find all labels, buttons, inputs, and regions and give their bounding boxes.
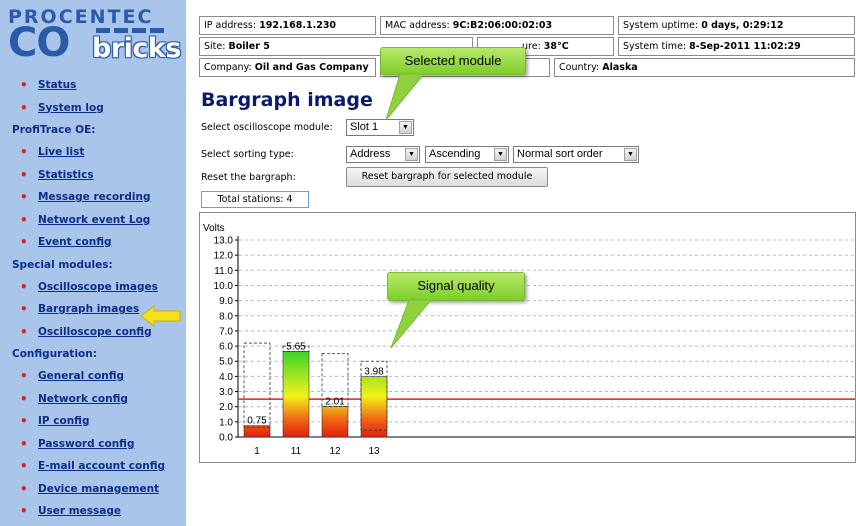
sidebar-item-password-config[interactable]: Password config (0, 433, 186, 456)
y-tick-label: 10.0 (214, 281, 234, 292)
oscilloscope-module-value: Slot 1 (350, 121, 379, 133)
y-tick-label: 1.0 (219, 417, 233, 428)
bar-value-label: 5.65 (286, 341, 306, 352)
system-uptime-cell: System uptime: 0 days, 0:29:12 (618, 16, 855, 35)
logo-word-co: CO (8, 20, 70, 66)
mac-address-cell: MAC address: 9C:B2:06:00:02:03 (380, 16, 614, 35)
sidebar-item-message-recording[interactable]: Message recording (0, 186, 186, 209)
sidebar-item-status[interactable]: Status (0, 74, 186, 97)
sidebar-heading: Configuration: (12, 348, 97, 360)
x-category-label: 13 (368, 446, 380, 457)
system-info-table: IP address: 192.168.1.230 MAC address: 9… (199, 14, 855, 77)
page-title: Bargraph image (201, 89, 373, 111)
bar (282, 351, 310, 438)
bar (360, 376, 388, 438)
sort-order-value: Normal sort order (517, 148, 603, 160)
sort-order-select[interactable]: Normal sort order ▼ (513, 146, 639, 163)
sidebar-item-ip-config[interactable]: IP config (0, 410, 186, 433)
sidebar: PROCENTEC CO bricks StatusSystem log Prof… (0, 0, 186, 526)
y-tick-label: 0.0 (219, 433, 233, 444)
logo-word-bricks: bricks (92, 33, 181, 64)
callout-selected-module-pointer (385, 73, 426, 121)
sidebar-item-statistics[interactable]: Statistics (0, 164, 186, 187)
x-category-label: 11 (291, 446, 302, 457)
y-tick-label: 9.0 (219, 296, 233, 307)
sidebar-item-oscilloscope-images[interactable]: Oscilloscope images (0, 276, 186, 299)
y-tick-label: 7.0 (219, 326, 233, 337)
chevron-down-icon: ▼ (405, 148, 418, 161)
y-tick-label: 5.0 (219, 357, 233, 368)
sort-direction-select[interactable]: Ascending ▼ (425, 146, 509, 163)
yellow-arrow-icon (140, 305, 181, 327)
total-stations-badge: Total stations: 4 (201, 191, 309, 208)
sort-by-select[interactable]: Address ▼ (346, 146, 420, 163)
sidebar-item-user-message[interactable]: User message (0, 500, 186, 523)
callout-signal-quality: Signal quality (387, 272, 525, 301)
y-tick-label: 11.0 (214, 266, 233, 277)
sidebar-item-live-list[interactable]: Live list (0, 141, 186, 164)
system-time-cell: System time: 8-Sep-2011 11:02:29 (618, 37, 855, 56)
sidebar-item-network-config[interactable]: Network config (0, 388, 186, 411)
country-cell: Country: Alaska (554, 58, 855, 77)
x-category-label: 12 (329, 446, 341, 457)
sidebar-heading: Special modules: (12, 258, 113, 271)
sidebar-item-event-config[interactable]: Event config (0, 231, 186, 254)
sidebar-item-e-mail-account-config[interactable]: E-mail account config (0, 455, 186, 478)
callout-selected-module: Selected module (380, 47, 526, 75)
bar-range-box (243, 342, 271, 428)
info-row-2: Site: Boiler 5 ure: 38°C System time: 8-… (199, 35, 855, 56)
y-tick-label: 2.0 (219, 402, 233, 413)
bargraph-svg: Volts 0.0 1.0 2.0 3.0 4.0 5.0 6.0 7.0 8.0 9.0 10.0 1… (203, 223, 855, 457)
y-axis-label: Volts (203, 223, 225, 234)
y-tick-label: 3.0 (219, 387, 233, 398)
bar-value-label: 3.98 (364, 367, 384, 378)
bargraph-chart: Volts 0.0 1.0 2.0 3.0 4.0 5.0 6.0 7.0 8.0 9.0 10.0 1… (199, 212, 856, 463)
sidebar-nav: StatusSystem logProfiTrace OE:Live listS… (0, 74, 186, 523)
procentec-combricks-logo: PROCENTEC CO bricks (8, 6, 181, 68)
oscilloscope-module-label: Select oscilloscope module: (201, 122, 333, 133)
callout-signal-quality-pointer (390, 299, 433, 349)
chevron-down-icon: ▼ (624, 148, 637, 161)
chevron-down-icon: ▼ (399, 121, 412, 134)
y-tick-label: 4.0 (219, 372, 233, 383)
y-tick-label: 13.0 (214, 236, 234, 247)
sidebar-item-general-config[interactable]: General config (0, 365, 186, 388)
bar-value-label: 2.01 (325, 397, 345, 408)
sidebar-item-system-log[interactable]: System log (0, 97, 186, 120)
sidebar-heading: ProfiTrace OE: (12, 124, 96, 136)
info-row-1: IP address: 192.168.1.230 MAC address: 9… (199, 14, 855, 35)
sorting-type-label: Select sorting type: (201, 149, 294, 160)
company-cell: Company: Oil and Gas Company (199, 58, 376, 77)
reset-bargraph-label: Reset the bargraph: (201, 172, 296, 183)
oscilloscope-module-select[interactable]: Slot 1 ▼ (346, 119, 414, 136)
sidebar-item-network-event-log[interactable]: Network event Log (0, 209, 186, 232)
y-tick-label: 6.0 (219, 342, 233, 353)
x-category-label: 1 (254, 446, 260, 457)
chevron-down-icon: ▼ (494, 148, 507, 161)
y-tick-label: 12.0 (214, 251, 234, 262)
sort-direction-value: Ascending (429, 148, 481, 160)
info-row-3: Company: Oil and Gas Company Country: Al… (199, 56, 855, 77)
reset-bargraph-button[interactable]: Reset bargraph for selected module (346, 167, 548, 187)
bar (321, 406, 349, 438)
y-tick-label: 8.0 (219, 311, 233, 322)
bar-value-label: 0.75 (247, 416, 267, 427)
sort-by-value: Address (350, 148, 391, 160)
ip-address-cell: IP address: 192.168.1.230 (199, 16, 376, 35)
sidebar-item-device-management[interactable]: Device management (0, 478, 186, 501)
